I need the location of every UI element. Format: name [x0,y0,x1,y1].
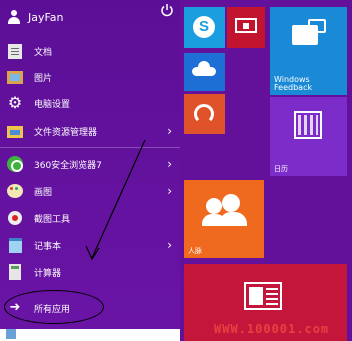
chevron-right-icon[interactable]: › [167,184,172,198]
cloud-icon [192,61,216,76]
menu-item-snipping-tool[interactable]: 截图工具 [6,207,176,229]
power-icon[interactable] [160,3,174,17]
menu-divider [0,147,180,148]
menu-item-360-browser[interactable]: 360安全浏览器7 › [6,153,176,175]
menu-item-label: 文件资源管理器 [34,127,98,138]
calendar-icon [294,111,322,139]
menu-item-paint[interactable]: 画图 › [6,180,176,202]
browser-360-icon [6,155,24,173]
tile-label: Windows Feedback [274,75,313,92]
tile-onedrive[interactable] [184,53,225,91]
tile-label: 人脉 [188,247,202,255]
calculator-icon [6,263,24,281]
chevron-right-icon[interactable]: › [167,238,172,252]
file-explorer-icon [6,122,24,140]
annotation-ellipse [4,290,104,324]
notepad-icon [6,236,24,254]
tile-music[interactable] [184,94,225,134]
taskbar-strip [0,329,180,341]
skype-icon: S [193,16,215,38]
chevron-right-icon[interactable]: › [167,124,172,138]
menu-item-label: 360安全浏览器7 [34,160,102,171]
start-menu: JayFan 文档 图片 ⚙ 电脑设置 文件资源管理器 › 360安全浏览器7 … [0,0,352,341]
news-icon [244,282,282,310]
snipping-tool-icon [6,209,24,227]
paint-icon [6,182,24,200]
document-icon [6,42,24,60]
people-icon-part [222,194,240,212]
pictures-icon [6,68,24,86]
video-icon [235,18,257,33]
tile-calendar[interactable]: 日历 [270,97,347,176]
menu-item-file-explorer[interactable]: 文件资源管理器 › [6,120,176,142]
menu-item-label: 文档 [34,47,53,58]
user-name: JayFan [28,10,64,24]
menu-item-label: 画图 [34,187,53,198]
user-avatar-icon [6,9,22,25]
menu-item-pictures[interactable]: 图片 [6,66,176,88]
gear-icon: ⚙ [7,93,23,112]
people-icon [206,198,222,214]
menu-item-label: 电脑设置 [34,99,71,110]
menu-item-label: 截图工具 [34,214,71,225]
tile-people[interactable]: 人脉 [184,180,264,258]
tile-skype[interactable]: S [184,7,225,48]
tile-windows-feedback[interactable]: Windows Feedback [270,7,347,95]
menu-item-label: 计算器 [34,268,62,279]
watermark-text: WWW.100001.com [214,322,330,336]
start-menu-left-pane: JayFan 文档 图片 ⚙ 电脑设置 文件资源管理器 › 360安全浏览器7 … [0,0,180,341]
menu-item-pc-settings[interactable]: ⚙ 电脑设置 [6,92,176,114]
headphones-icon [194,104,214,124]
menu-item-label: 记事本 [34,241,62,252]
tile-label: 日历 [274,165,288,173]
chevron-right-icon[interactable]: › [167,157,172,171]
people-icon-part [219,212,247,226]
menu-item-documents[interactable]: 文档 [6,40,176,62]
feedback-icon-bubble [292,25,318,45]
menu-item-calculator[interactable]: 计算器 [6,261,176,283]
menu-item-notepad[interactable]: 记事本 › [6,234,176,256]
menu-item-label: 图片 [34,73,53,84]
user-account[interactable]: JayFan [6,6,176,28]
tile-video[interactable] [227,7,265,48]
